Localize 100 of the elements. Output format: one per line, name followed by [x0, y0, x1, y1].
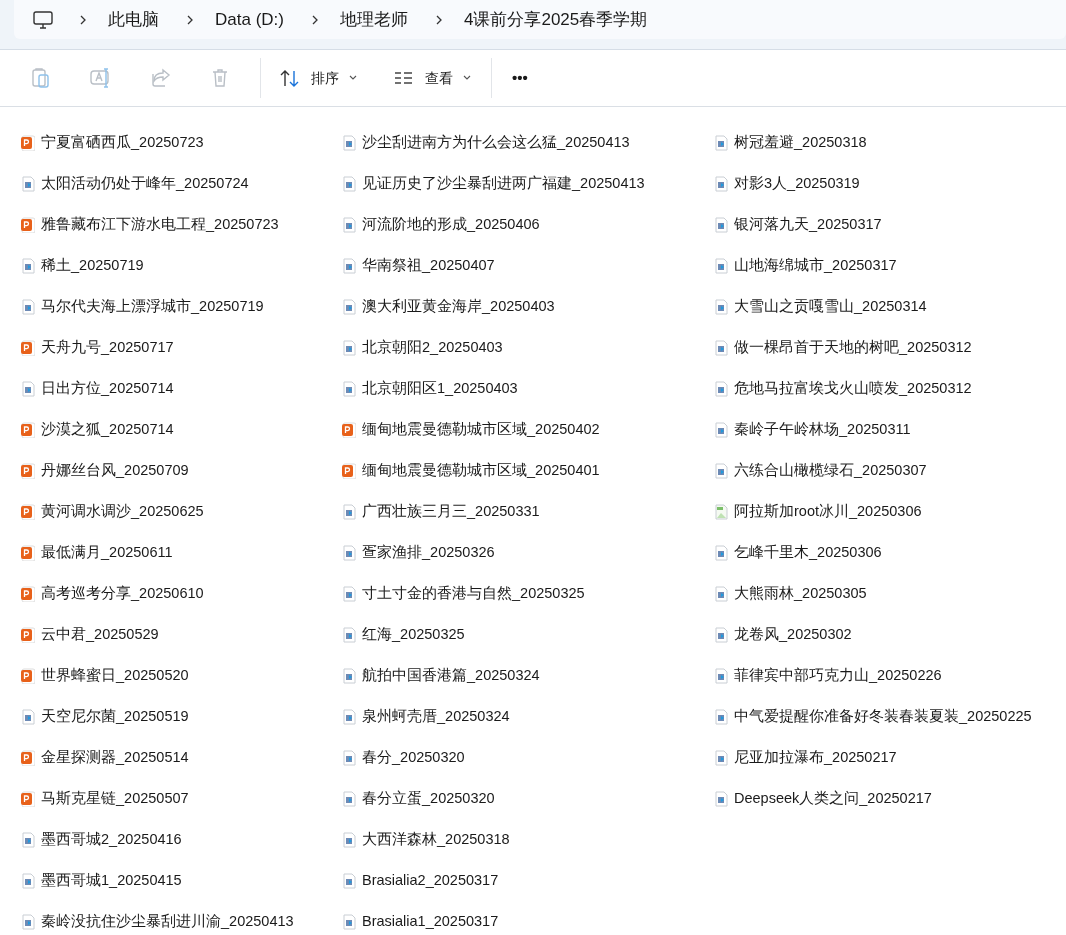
file-item[interactable]: 大熊雨林_20250305 [713, 573, 1066, 614]
file-item[interactable]: 丹娜丝台风_20250709 [20, 450, 341, 491]
file-item[interactable]: 缅甸地震曼德勒城市区域_20250401 [341, 450, 713, 491]
file-item[interactable]: Brasialia2_20250317 [341, 860, 713, 901]
file-item[interactable]: 河流阶地的形成_20250406 [341, 204, 713, 245]
presentation-file-icon [20, 585, 35, 602]
file-item[interactable]: 六练合山橄榄绿石_20250307 [713, 450, 1066, 491]
chevron-icon [185, 13, 195, 26]
file-item[interactable]: 马斯克星链_20250507 [20, 778, 341, 819]
presentation-file-icon [20, 503, 35, 520]
file-item[interactable]: 沙漠之狐_20250714 [20, 409, 341, 450]
video-file-icon [20, 872, 35, 889]
video-file-icon [713, 544, 728, 561]
file-item[interactable]: 尼亚加拉瀑布_20250217 [713, 737, 1066, 778]
image-file-icon [713, 503, 728, 520]
video-file-icon [341, 708, 356, 725]
file-item[interactable]: 泉州蚵壳厝_20250324 [341, 696, 713, 737]
file-item[interactable]: 日出方位_20250714 [20, 368, 341, 409]
video-file-icon [713, 175, 728, 192]
video-file-icon [713, 790, 728, 807]
file-item[interactable]: 树冠羞避_20250318 [713, 122, 1066, 163]
video-file-icon [713, 380, 728, 397]
file-item[interactable]: 北京朝阳区1_20250403 [341, 368, 713, 409]
chevron-icon [78, 13, 88, 26]
presentation-file-icon [20, 544, 35, 561]
caret-icon [349, 75, 357, 81]
file-item[interactable]: 澳大利亚黄金海岸_20250403 [341, 286, 713, 327]
file-item[interactable]: 广西壮族三月三_20250331 [341, 491, 713, 532]
file-item[interactable]: 菲律宾中部巧克力山_20250226 [713, 655, 1066, 696]
file-item[interactable]: 银河落九天_20250317 [713, 204, 1066, 245]
file-item[interactable]: 天空尼尔菌_20250519 [20, 696, 341, 737]
file-item[interactable]: Deepseek人类之问_20250217 [713, 778, 1066, 819]
video-file-icon [341, 626, 356, 643]
file-item[interactable]: 高考巡考分享_20250610 [20, 573, 341, 614]
video-file-icon [341, 872, 356, 889]
presentation-file-icon [20, 134, 35, 151]
file-item[interactable]: 稀土_20250719 [20, 245, 341, 286]
file-item[interactable]: 大雪山之贡嘎雪山_20250314 [713, 286, 1066, 327]
file-item[interactable]: 华南祭祖_20250407 [341, 245, 713, 286]
file-item[interactable]: 缅甸地震曼德勒城市区域_20250402 [341, 409, 713, 450]
file-item[interactable]: 航拍中国香港篇_20250324 [341, 655, 713, 696]
file-item[interactable]: 黄河调水调沙_20250625 [20, 491, 341, 532]
file-item[interactable]: 寸土寸金的香港与自然_20250325 [341, 573, 713, 614]
file-item[interactable]: 山地海绵城市_20250317 [713, 245, 1066, 286]
video-file-icon [713, 134, 728, 151]
video-file-icon [713, 339, 728, 356]
video-file-icon [713, 708, 728, 725]
file-item[interactable]: 世界蜂蜜日_20250520 [20, 655, 341, 696]
video-file-icon [341, 298, 356, 315]
breadcrumb-item[interactable]: 此电脑 [108, 6, 159, 33]
presentation-file-icon [20, 667, 35, 684]
breadcrumb-item[interactable]: 地理老师 [339, 6, 408, 33]
sort-icon [279, 68, 301, 88]
file-item[interactable]: 大西洋森林_20250318 [341, 819, 713, 860]
video-file-icon [341, 585, 356, 602]
file-item[interactable]: 龙卷风_20250302 [713, 614, 1066, 655]
video-file-icon [20, 913, 35, 930]
presentation-file-icon [20, 790, 35, 807]
file-item[interactable]: 墨西哥城2_20250416 [20, 819, 341, 860]
file-item[interactable]: 阿拉斯加root冰川_20250306 [713, 491, 1066, 532]
file-item[interactable]: 见证历史了沙尘暴刮进两广福建_20250413 [341, 163, 713, 204]
file-item[interactable]: 做一棵昂首于天地的树吧_20250312 [713, 327, 1066, 368]
presentation-file-icon [20, 339, 35, 356]
more-options-button[interactable]: ••• [500, 58, 540, 98]
file-item[interactable]: 春分_20250320 [341, 737, 713, 778]
view-menu-button[interactable]: 查看 [385, 58, 479, 98]
video-file-icon [713, 462, 728, 479]
file-item[interactable]: 秦岭子午岭林场_20250311 [713, 409, 1066, 450]
file-item[interactable]: 红海_20250325 [341, 614, 713, 655]
file-item[interactable]: 对影3人_20250319 [713, 163, 1066, 204]
video-file-icon [713, 626, 728, 643]
file-item[interactable]: 金星探测器_20250514 [20, 737, 341, 778]
presentation-file-icon [20, 216, 35, 233]
file-item[interactable]: 太阳活动仍处于峰年_20250724 [20, 163, 341, 204]
video-file-icon [341, 544, 356, 561]
presentation-file-icon [20, 421, 35, 438]
file-item[interactable]: 天舟九号_20250717 [20, 327, 341, 368]
file-item[interactable]: 乞峰千里木_20250306 [713, 532, 1066, 573]
file-item[interactable]: 春分立蛋_20250320 [341, 778, 713, 819]
file-item[interactable]: 墨西哥城1_20250415 [20, 860, 341, 901]
breadcrumb-item[interactable]: 4课前分享2025春季学期 [463, 6, 648, 33]
file-item[interactable]: 沙尘刮进南方为什么会这么猛_20250413 [341, 122, 713, 163]
file-item[interactable]: 宁夏富硒西瓜_20250723 [20, 122, 341, 163]
video-file-icon [20, 257, 35, 274]
presentation-file-icon [20, 749, 35, 766]
file-item[interactable]: 疍家渔排_20250326 [341, 532, 713, 573]
file-item[interactable]: 最低满月_20250611 [20, 532, 341, 573]
file-item[interactable]: 秦岭没抗住沙尘暴刮进川渝_20250413 [20, 901, 341, 935]
file-item[interactable]: Brasialia1_20250317 [341, 901, 713, 935]
breadcrumb-item[interactable]: Data (D:) [215, 6, 284, 33]
video-file-icon [713, 585, 728, 602]
file-item[interactable]: 云中君_20250529 [20, 614, 341, 655]
file-item[interactable]: 雅鲁藏布江下游水电工程_20250723 [20, 204, 341, 245]
file-item[interactable]: 马尔代夫海上漂浮城市_20250719 [20, 286, 341, 327]
file-item[interactable]: 北京朝阳2_20250403 [341, 327, 713, 368]
file-item[interactable]: 中气爱提醒你准备好冬装春装夏装_20250225 [713, 696, 1066, 737]
video-file-icon [20, 175, 35, 192]
sort-menu-button[interactable]: 排序 [271, 58, 365, 98]
file-item[interactable]: 危地马拉富埃戈火山喷发_20250312 [713, 368, 1066, 409]
computer-icon[interactable] [32, 8, 54, 31]
